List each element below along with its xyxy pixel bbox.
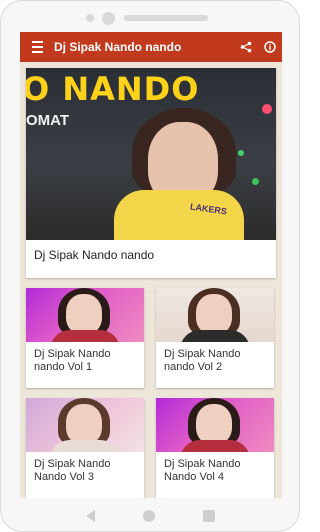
- share-icon: [240, 41, 252, 53]
- phone-speaker-area: [0, 10, 300, 30]
- back-icon[interactable]: [85, 510, 95, 522]
- track-thumbnail: [26, 398, 144, 452]
- info-icon: [264, 41, 276, 53]
- phone-frame: Dj Sipak Nando nando O NANDO OMAT LAKERS…: [0, 0, 300, 532]
- track-thumbnail: [156, 398, 274, 452]
- app-title: Dj Sipak Nando nando: [54, 40, 182, 54]
- track-card-vol-4[interactable]: Dj Sipak Nando Nando Vol 4: [156, 398, 274, 498]
- singer-outfit: [180, 440, 250, 452]
- track-caption: Dj Sipak Nando Nando Vol 4: [164, 458, 241, 483]
- recents-icon[interactable]: [202, 510, 215, 522]
- thumbnail-banner-text: O NANDO: [26, 70, 200, 108]
- menu-icon: [31, 40, 43, 55]
- stage-light: [238, 150, 244, 156]
- track-caption: Dj Sipak Nando Nando Vol 3: [34, 458, 111, 483]
- track-thumbnail: [156, 288, 274, 342]
- system-nav-bar: [0, 500, 300, 532]
- singer-face: [196, 294, 232, 334]
- share-button[interactable]: [234, 32, 258, 62]
- home-icon[interactable]: [142, 510, 155, 522]
- singer-face: [66, 294, 102, 334]
- speaker-grille: [124, 15, 208, 21]
- singer-face: [66, 404, 102, 444]
- stage-light: [252, 178, 259, 185]
- track-card-vol-2[interactable]: Dj Sipak Nando nando Vol 2: [156, 288, 274, 388]
- app-bar: Dj Sipak Nando nando: [20, 32, 282, 62]
- app-screen: Dj Sipak Nando nando O NANDO OMAT LAKERS…: [20, 32, 282, 498]
- thumbnail-sub-text: OMAT: [26, 112, 70, 129]
- featured-thumbnail: O NANDO OMAT LAKERS: [26, 68, 276, 240]
- singer-face: [196, 404, 232, 444]
- featured-card[interactable]: O NANDO OMAT LAKERS Dj Sipak Nando nando: [26, 68, 276, 278]
- singer-outfit: [50, 330, 120, 342]
- track-card-vol-1[interactable]: Dj Sipak Nando nando Vol 1: [26, 288, 144, 388]
- track-thumbnail: [26, 288, 144, 342]
- camera-dot: [86, 14, 94, 22]
- singer-outfit: [180, 330, 250, 342]
- info-button[interactable]: [258, 32, 282, 62]
- track-caption: Dj Sipak Nando nando Vol 1: [34, 348, 111, 373]
- track-card-vol-3[interactable]: Dj Sipak Nando Nando Vol 3: [26, 398, 144, 498]
- sensor-dot: [102, 12, 115, 25]
- singer-outfit: [50, 440, 120, 452]
- track-caption: Dj Sipak Nando nando Vol 2: [164, 348, 241, 373]
- featured-caption: Dj Sipak Nando nando: [34, 248, 155, 262]
- stage-light: [262, 104, 272, 114]
- menu-button[interactable]: [20, 32, 54, 62]
